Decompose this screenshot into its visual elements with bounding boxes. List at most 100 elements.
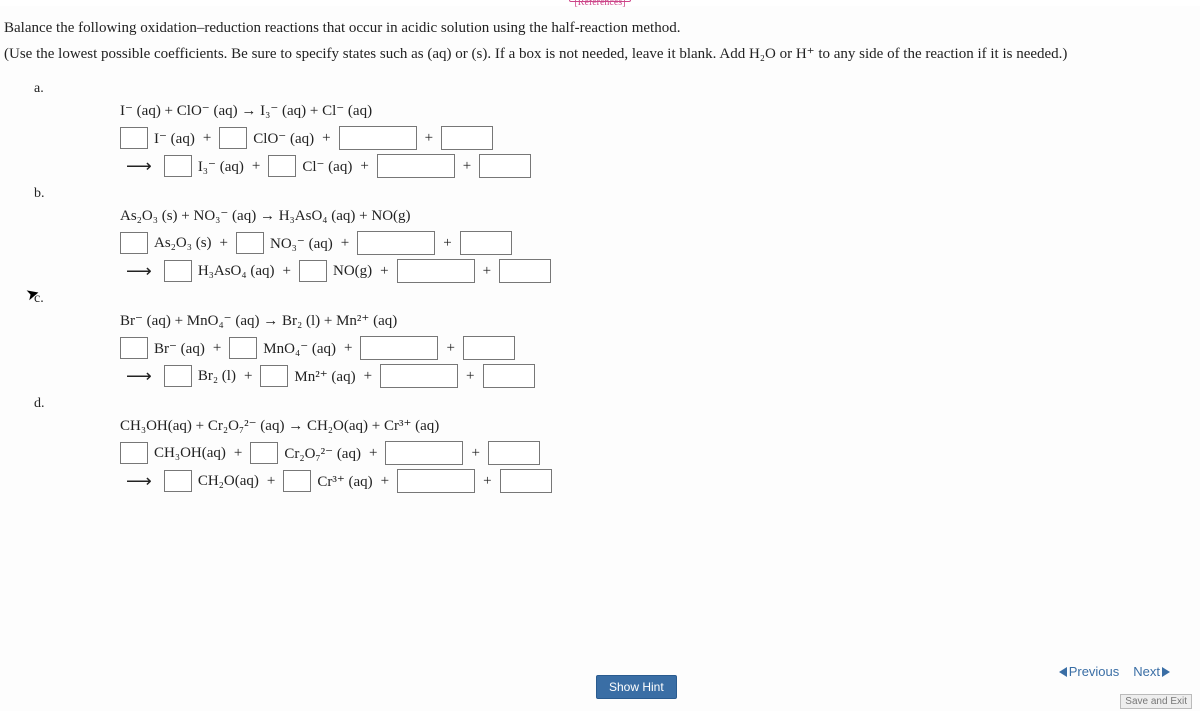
chevron-left-icon — [1059, 667, 1067, 677]
plus: + — [201, 130, 213, 147]
c-r2-sp2: Mn²⁺ (aq) — [294, 367, 355, 386]
plus: + — [250, 158, 262, 175]
d-r1-coef2[interactable] — [250, 442, 278, 464]
arrow-icon: ⟶ — [120, 261, 158, 282]
a-r2-coef2[interactable] — [268, 155, 296, 177]
plus: + — [242, 368, 254, 385]
arrow-icon: ⟶ — [120, 366, 158, 387]
c-r2-coef1[interactable] — [164, 365, 192, 387]
part-a-label: a. — [34, 81, 1170, 97]
d-r2-sp2: Cr³⁺ (aq) — [317, 472, 372, 491]
d-r1-box1[interactable] — [385, 441, 463, 465]
b-r1-box2[interactable] — [460, 231, 512, 255]
c-r2-coef2[interactable] — [260, 365, 288, 387]
a-r1-coef2[interactable] — [219, 127, 247, 149]
a-r2-sp1: I₃⁻ (aq) — [198, 157, 244, 176]
plus: + — [441, 235, 453, 252]
arrow-icon: ⟶ — [120, 156, 158, 177]
d-r2-sp1: CH₂O(aq) — [198, 473, 259, 490]
d-r2-coef1[interactable] — [164, 470, 192, 492]
a-r1-box1[interactable] — [339, 126, 417, 150]
b-r1-coef1[interactable] — [120, 232, 148, 254]
d-r2-box2[interactable] — [500, 469, 552, 493]
b-r1-box1[interactable] — [357, 231, 435, 255]
part-b-products-row: ⟶ H₃AsO₄ (aq) + NO(g) + + — [120, 259, 1170, 283]
instructions-line2: (Use the lowest possible coefficients. B… — [4, 42, 1196, 68]
instructions: Balance the following oxidation–reductio… — [0, 6, 1200, 67]
plus: + — [320, 130, 332, 147]
d-r1-box2[interactable] — [488, 441, 540, 465]
c-r1-sp2: MnO₄⁻ (aq) — [263, 339, 336, 358]
arrow-icon: ⟶ — [120, 471, 158, 492]
plus: + — [464, 368, 476, 385]
plus: + — [469, 445, 481, 462]
chevron-right-icon — [1162, 667, 1170, 677]
show-hint-button[interactable]: Show Hint — [596, 675, 677, 699]
c-r2-box2[interactable] — [483, 364, 535, 388]
plus: + — [379, 473, 391, 490]
part-d-products-row: ⟶ CH₂O(aq) + Cr³⁺ (aq) + + — [120, 469, 1170, 493]
part-c-label: c. — [34, 291, 1170, 307]
a-r1-coef1[interactable] — [120, 127, 148, 149]
a-r1-box2[interactable] — [441, 126, 493, 150]
previous-button[interactable]: Previous — [1059, 664, 1120, 679]
b-r1-sp2: NO₃⁻ (aq) — [270, 234, 333, 253]
part-c-equation: Br⁻ (aq) + MnO₄⁻ (aq) → Br₂ (l) + Mn²⁺ (… — [120, 311, 1170, 330]
part-d-reactants-row: CH₃OH(aq) + Cr₂O₇²⁻ (aq) + + — [120, 441, 1170, 465]
next-label: Next — [1133, 664, 1160, 679]
b-r1-coef2[interactable] — [236, 232, 264, 254]
previous-label: Previous — [1069, 664, 1120, 679]
c-r1-box1[interactable] — [360, 336, 438, 360]
references-tag[interactable]: [References] — [569, 0, 630, 2]
next-button[interactable]: Next — [1133, 664, 1170, 679]
part-d-label: d. — [34, 396, 1170, 412]
part-b-label: b. — [34, 186, 1170, 202]
plus: + — [342, 340, 354, 357]
c-r2-box1[interactable] — [380, 364, 458, 388]
b-r2-box1[interactable] — [397, 259, 475, 283]
b-r2-sp2: NO(g) — [333, 263, 372, 280]
save-and-exit-button[interactable]: Save and Exit — [1120, 694, 1192, 709]
a-r2-sp2: Cl⁻ (aq) — [302, 157, 352, 176]
d-r1-coef1[interactable] — [120, 442, 148, 464]
d-r1-sp2: Cr₂O₇²⁻ (aq) — [284, 444, 361, 463]
d-r2-box1[interactable] — [397, 469, 475, 493]
part-c-products-row: ⟶ Br₂ (l) + Mn²⁺ (aq) + + — [120, 364, 1170, 388]
plus: + — [232, 445, 244, 462]
c-r1-coef1[interactable] — [120, 337, 148, 359]
plus: + — [378, 263, 390, 280]
plus: + — [481, 263, 493, 280]
plus: + — [362, 368, 374, 385]
instructions-line1: Balance the following oxidation–reductio… — [4, 16, 1196, 42]
a-r1-sp1: I⁻ (aq) — [154, 129, 195, 148]
part-b-reactants-row: As₂O₃ (s) + NO₃⁻ (aq) + + — [120, 231, 1170, 255]
c-r1-box2[interactable] — [463, 336, 515, 360]
plus: + — [481, 473, 493, 490]
c-r1-sp1: Br⁻ (aq) — [154, 339, 205, 358]
plus: + — [358, 158, 370, 175]
part-a-products-row: ⟶ I₃⁻ (aq) + Cl⁻ (aq) + + — [120, 154, 1170, 178]
plus: + — [367, 445, 379, 462]
plus: + — [461, 158, 473, 175]
c-r2-sp1: Br₂ (l) — [198, 368, 236, 385]
a-r2-box2[interactable] — [479, 154, 531, 178]
b-r2-coef2[interactable] — [299, 260, 327, 282]
b-r1-sp1: As₂O₃ (s) — [154, 235, 212, 252]
plus: + — [265, 473, 277, 490]
part-a-equation: I⁻ (aq) + ClO⁻ (aq) → I₃⁻ (aq) + Cl⁻ (aq… — [120, 101, 1170, 120]
plus: + — [218, 235, 230, 252]
part-d-equation: CH₃OH(aq) + Cr₂O₇²⁻ (aq) → CH₂O(aq) + Cr… — [120, 416, 1170, 435]
b-r2-sp1: H₃AsO₄ (aq) — [198, 263, 275, 280]
plus: + — [423, 130, 435, 147]
d-r1-sp1: CH₃OH(aq) — [154, 445, 226, 462]
b-r2-box2[interactable] — [499, 259, 551, 283]
d-r2-coef2[interactable] — [283, 470, 311, 492]
a-r1-sp2: ClO⁻ (aq) — [253, 129, 314, 148]
a-r2-coef1[interactable] — [164, 155, 192, 177]
plus: + — [211, 340, 223, 357]
part-c-reactants-row: Br⁻ (aq) + MnO₄⁻ (aq) + + — [120, 336, 1170, 360]
b-r2-coef1[interactable] — [164, 260, 192, 282]
plus: + — [281, 263, 293, 280]
a-r2-box1[interactable] — [377, 154, 455, 178]
c-r1-coef2[interactable] — [229, 337, 257, 359]
